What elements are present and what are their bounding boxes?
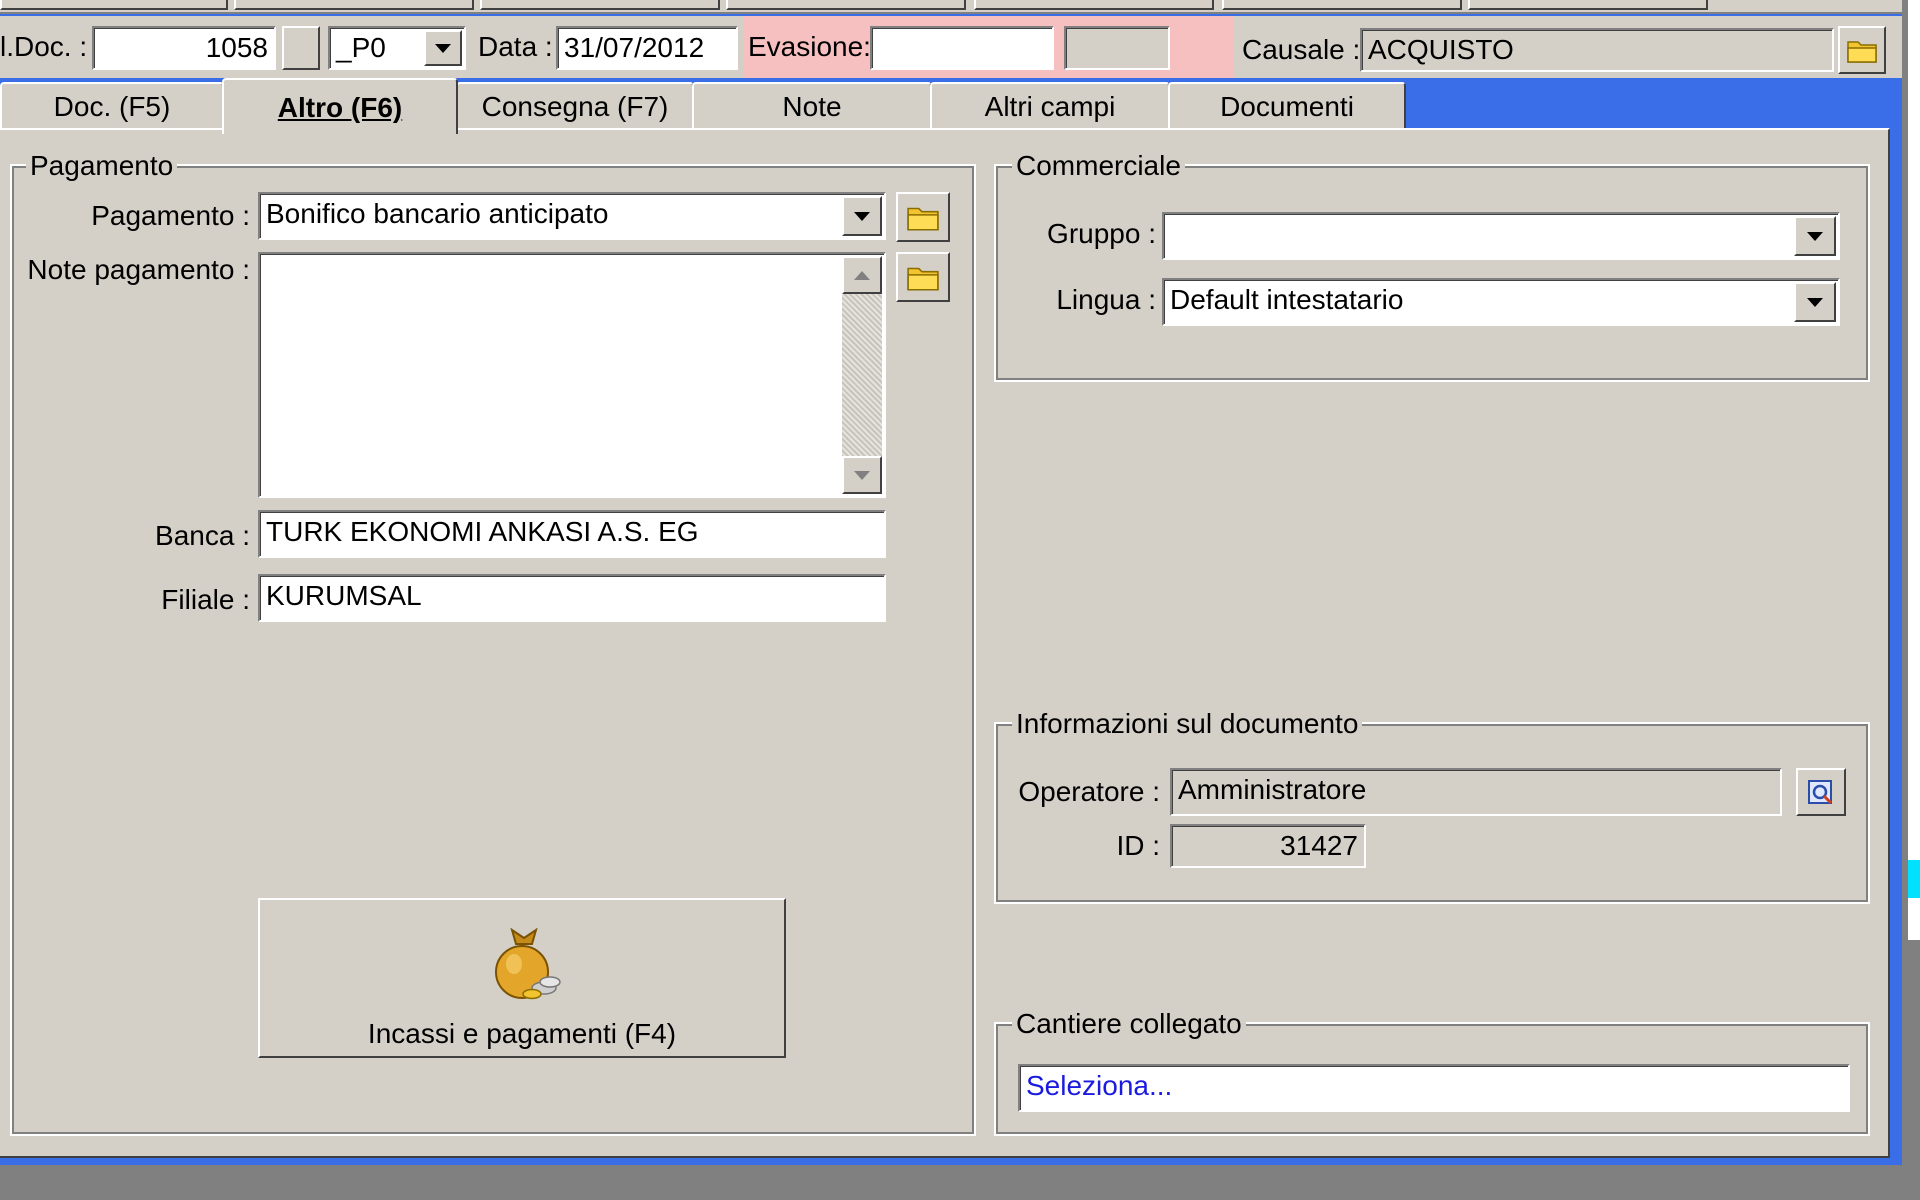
causale-field: ACQUISTO (1360, 28, 1834, 72)
informazioni-group-title: Informazioni sul documento (1012, 706, 1363, 742)
series-dropdown-arrow[interactable] (424, 30, 462, 66)
tab-altri-campi-label: Altri campi (984, 91, 1116, 122)
lingua-dropdown-arrow[interactable] (1794, 282, 1836, 322)
folder-icon (907, 267, 939, 291)
num-doc-input[interactable]: 1058 (92, 26, 276, 70)
banca-label: Banca : (155, 520, 250, 551)
banca-value: TURK EKONOMI ANKASI A.S. EG (266, 516, 699, 547)
toolbar-button[interactable] (1468, 0, 1708, 10)
banca-input[interactable]: TURK EKONOMI ANKASI A.S. EG (258, 510, 886, 558)
background-window-highlight (1908, 860, 1920, 898)
evasione-input[interactable] (870, 26, 1054, 70)
toolbar-button[interactable] (974, 0, 1214, 10)
gruppo-dropdown-arrow[interactable] (1794, 216, 1836, 256)
pagamento-dropdown[interactable]: Bonifico bancario anticipato (258, 192, 886, 240)
incassi-pagamenti-button[interactable]: Incassi e pagamenti (F4) (258, 898, 786, 1058)
toolbar-button[interactable] (234, 0, 474, 10)
commerciale-group-title: Commerciale (1012, 148, 1185, 184)
chevron-down-icon (854, 470, 870, 480)
series-value: _P0 (336, 32, 386, 63)
note-pagamento-label: Note pagamento : (27, 254, 250, 285)
filiale-input[interactable]: KURUMSAL (258, 574, 886, 622)
operatore-label: Operatore : (1018, 776, 1160, 807)
data-value: 31/07/2012 (564, 32, 705, 63)
num-doc-label: l.Doc. : (0, 31, 88, 62)
pagamento-dropdown-arrow[interactable] (842, 196, 882, 236)
data-label: Data : (478, 31, 553, 62)
num-doc-button[interactable] (282, 26, 320, 70)
lingua-label: Lingua : (1056, 284, 1156, 315)
pagamento-browse-button[interactable] (896, 192, 950, 242)
tab-documenti[interactable]: Documenti (1168, 82, 1406, 128)
pagamento-value: Bonifico bancario anticipato (266, 198, 609, 229)
tab-consegna-label: Consegna (F7) (481, 91, 669, 122)
toolbar-button[interactable] (726, 0, 966, 10)
note-pagamento-textarea[interactable] (258, 252, 886, 498)
pagamento-label: Pagamento : (91, 200, 250, 231)
cantiere-select-link[interactable]: Seleziona... (1026, 1070, 1172, 1101)
scroll-up-arrow[interactable] (842, 256, 882, 294)
folder-icon (1847, 41, 1877, 63)
gruppo-label: Gruppo : (1047, 218, 1156, 249)
scroll-down-arrow[interactable] (842, 456, 882, 494)
toolbar-button[interactable] (480, 0, 720, 10)
tab-altro[interactable]: Altro (F6) (222, 78, 458, 134)
incassi-pagamenti-label: Incassi e pagamenti (F4) (367, 1018, 677, 1049)
cantiere-select-field[interactable]: Seleziona... (1018, 1064, 1850, 1112)
cantiere-group-title: Cantiere collegato (1012, 1006, 1246, 1042)
background-window-edge (1906, 0, 1920, 940)
operatore-search-button[interactable] (1796, 768, 1846, 816)
toolbar-strip (0, 0, 1902, 14)
tab-altri-campi[interactable]: Altri campi (930, 82, 1170, 128)
money-bag-icon (495, 927, 561, 1000)
data-input[interactable]: 31/07/2012 (556, 26, 738, 70)
tab-doc[interactable]: Doc. (F5) (0, 82, 224, 128)
gruppo-dropdown[interactable] (1162, 212, 1840, 260)
id-value: 31427 (1280, 830, 1358, 861)
commerciale-group (994, 164, 1870, 382)
pagamento-group-title: Pagamento (26, 148, 178, 184)
chevron-down-icon (1807, 231, 1823, 241)
note-scrollbar[interactable] (842, 256, 882, 494)
id-label: ID : (1116, 830, 1160, 861)
evasione-label: Evasione: (748, 31, 871, 62)
id-field: 31427 (1170, 824, 1366, 868)
tab-doc-label: Doc. (F5) (53, 91, 171, 122)
lingua-dropdown[interactable]: Default intestatario (1162, 278, 1840, 326)
tab-consegna[interactable]: Consegna (F7) (456, 82, 694, 128)
tab-note-label: Note (782, 91, 842, 122)
chevron-down-icon (435, 43, 451, 53)
note-pagamento-browse-button[interactable] (896, 252, 950, 302)
chevron-down-icon (854, 211, 870, 221)
causale-label: Causale : (1242, 34, 1361, 65)
toolbar-button[interactable] (0, 0, 228, 10)
chevron-up-icon (854, 270, 870, 280)
operatore-field: Amministratore (1170, 768, 1782, 816)
evasione-extra-field (1064, 26, 1170, 70)
chevron-down-icon (1807, 297, 1823, 307)
num-doc-value: 1058 (205, 32, 268, 63)
causale-value: ACQUISTO (1368, 34, 1514, 65)
filiale-label: Filiale : (161, 584, 250, 615)
toolbar-button[interactable] (1222, 0, 1462, 10)
lingua-value: Default intestatario (1170, 284, 1404, 315)
search-icon (1808, 780, 1833, 805)
filiale-value: KURUMSAL (266, 580, 422, 611)
tab-documenti-label: Documenti (1220, 91, 1354, 122)
tab-note[interactable]: Note (692, 82, 932, 128)
header-row: l.Doc. : 1058 _P0 Data : 31/07/2012 Evas… (0, 16, 1902, 78)
tab-altro-label: Altro (F6) (277, 92, 403, 123)
causale-browse-button[interactable] (1838, 26, 1886, 74)
operatore-value: Amministratore (1178, 774, 1367, 805)
folder-icon (907, 207, 939, 231)
